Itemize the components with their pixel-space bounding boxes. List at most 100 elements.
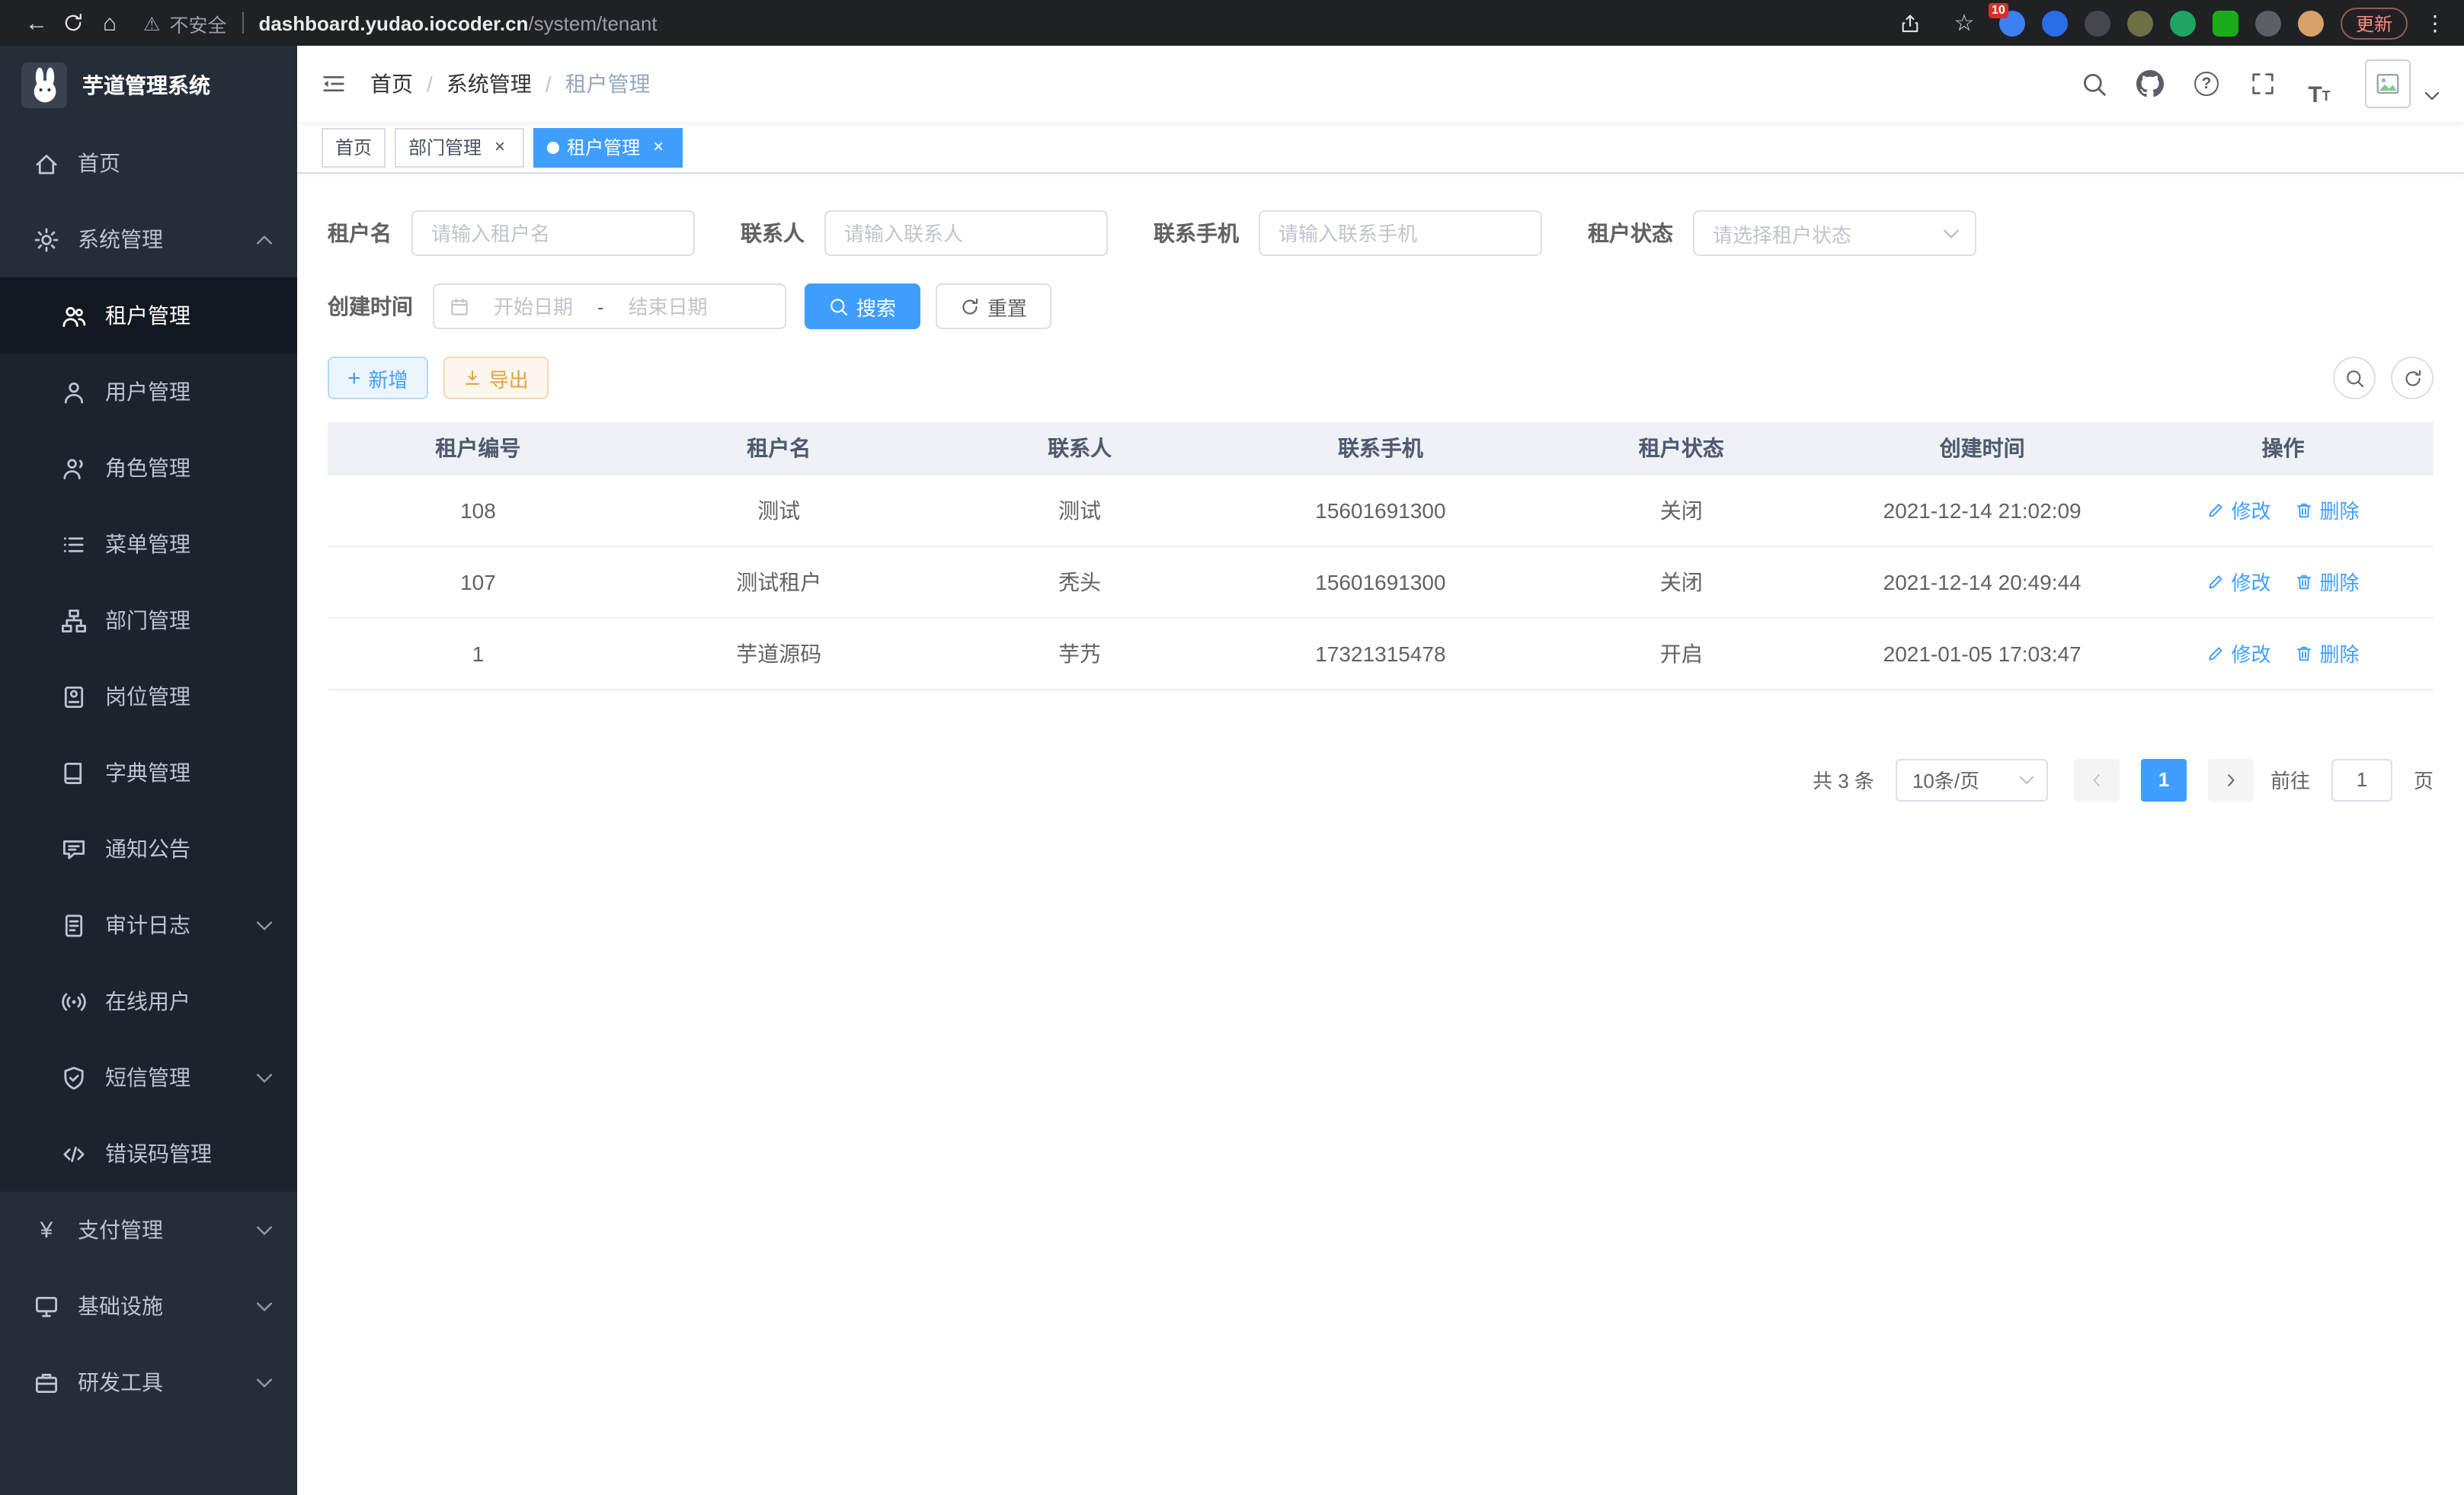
cell-actions: 修改删除 bbox=[2133, 617, 2434, 689]
sidebar-item-dev-tools[interactable]: 研发工具 bbox=[0, 1344, 297, 1420]
sidebar-item-role[interactable]: 角色管理 bbox=[0, 430, 297, 506]
sidebar-item-notice[interactable]: 通知公告 bbox=[0, 811, 297, 887]
tab-tenant[interactable]: 租户管理 × bbox=[533, 127, 683, 167]
help-icon[interactable]: ? bbox=[2184, 61, 2229, 107]
sidebar-item-label: 短信管理 bbox=[105, 1062, 190, 1093]
extension-icon[interactable] bbox=[2085, 10, 2110, 36]
tenant-name-input[interactable] bbox=[411, 210, 695, 256]
pagination: 共 3 条 10条/页 1 前往 页 bbox=[328, 758, 2434, 801]
filter-label: 联系人 bbox=[741, 218, 805, 248]
delete-link[interactable]: 删除 bbox=[2296, 567, 2360, 596]
edit-link[interactable]: 修改 bbox=[2207, 639, 2271, 667]
security-chip[interactable]: ⚠ 不安全 bbox=[143, 8, 226, 37]
page-number-button[interactable]: 1 bbox=[2141, 758, 2187, 801]
create-time-range[interactable]: - bbox=[433, 283, 786, 329]
sidebar-item-error-code[interactable]: 错误码管理 bbox=[0, 1116, 297, 1192]
share-icon[interactable] bbox=[1893, 5, 1929, 41]
search-button[interactable]: 搜索 bbox=[805, 283, 920, 329]
url-path: /system/tenant bbox=[528, 11, 657, 34]
extension-icon[interactable] bbox=[2042, 10, 2068, 36]
sidebar-item-home[interactable]: 首页 bbox=[0, 125, 297, 201]
export-button-label: 导出 bbox=[489, 363, 529, 392]
user-icon bbox=[61, 379, 87, 405]
font-size-icon[interactable]: TT bbox=[2296, 61, 2342, 107]
avatar[interactable] bbox=[2365, 59, 2411, 108]
next-page-button[interactable] bbox=[2208, 758, 2254, 801]
toggle-search-icon[interactable] bbox=[2333, 357, 2376, 399]
sidebar-item-dept[interactable]: 部门管理 bbox=[0, 582, 297, 658]
chevron-down-icon[interactable] bbox=[2424, 91, 2440, 101]
extension-icon[interactable] bbox=[2170, 10, 2196, 36]
search-icon[interactable] bbox=[2071, 61, 2117, 107]
browser-update-button[interactable]: 更新 bbox=[2341, 7, 2408, 39]
reset-button[interactable]: 重置 bbox=[936, 283, 1051, 329]
sidebar-item-post[interactable]: 岗位管理 bbox=[0, 658, 297, 735]
payment-yen-icon: ¥ bbox=[34, 1218, 59, 1241]
sidebar-item-online-user[interactable]: 在线用户 bbox=[0, 963, 297, 1039]
sidebar-item-label: 字典管理 bbox=[105, 757, 190, 788]
refresh-icon[interactable] bbox=[2391, 357, 2434, 399]
sidebar-item-payment[interactable]: ¥ 支付管理 bbox=[0, 1192, 297, 1268]
home-icon bbox=[34, 150, 59, 176]
browser-home-icon[interactable]: ⌂ bbox=[91, 5, 128, 41]
sidebar-item-dict[interactable]: 字典管理 bbox=[0, 735, 297, 811]
chevron-down-icon bbox=[1943, 228, 1960, 238]
sidebar-menu: 首页 系统管理 租户管理 用户管理 角色管理 bbox=[0, 125, 297, 1495]
fullscreen-icon[interactable] bbox=[2240, 61, 2286, 107]
prev-page-button[interactable] bbox=[2074, 758, 2120, 801]
filter-label: 租户名 bbox=[328, 218, 392, 248]
tenant-status-select[interactable]: 请选择租户状态 bbox=[1693, 210, 1976, 256]
delete-link[interactable]: 删除 bbox=[2296, 639, 2360, 667]
sidebar-item-label: 租户管理 bbox=[105, 300, 190, 331]
divider bbox=[242, 12, 243, 34]
tab-home[interactable]: 首页 bbox=[322, 127, 386, 167]
close-icon[interactable]: × bbox=[489, 136, 510, 158]
delete-link[interactable]: 删除 bbox=[2296, 495, 2360, 524]
end-date-input[interactable] bbox=[610, 295, 726, 318]
sidebar-item-label: 在线用户 bbox=[105, 986, 190, 1016]
back-icon[interactable]: ← bbox=[18, 5, 55, 41]
sidebar-toggle-icon[interactable] bbox=[322, 72, 346, 96]
sidebar-item-sms[interactable]: 短信管理 bbox=[0, 1039, 297, 1116]
breadcrumb-section[interactable]: 系统管理 bbox=[446, 69, 532, 99]
start-date-input[interactable] bbox=[475, 295, 591, 318]
close-icon[interactable]: × bbox=[648, 136, 669, 158]
sidebar-item-system[interactable]: 系统管理 bbox=[0, 201, 297, 277]
extension-icon[interactable] bbox=[2213, 10, 2238, 36]
sidebar-item-menu[interactable]: 菜单管理 bbox=[0, 506, 297, 582]
filter-row-1: 租户名 联系人 联系手机 租户状态 请选择租户状态 bbox=[328, 210, 2434, 256]
github-icon[interactable] bbox=[2127, 61, 2173, 107]
breadcrumb-home[interactable]: 首页 bbox=[370, 69, 413, 99]
browser-menu-icon[interactable]: ⋮ bbox=[2424, 10, 2446, 36]
browser-window: ← ⌂ ⚠ 不安全 dashboard.yudao.iocoder.cn/sys… bbox=[0, 0, 2464, 1495]
sidebar-item-label: 用户管理 bbox=[105, 376, 190, 407]
phone-input[interactable] bbox=[1259, 210, 1542, 256]
extension-icon[interactable] bbox=[2127, 10, 2153, 36]
sidebar-item-audit-log[interactable]: 审计日志 bbox=[0, 887, 297, 963]
sidebar-item-tenant[interactable]: 租户管理 bbox=[0, 277, 297, 354]
security-label: 不安全 bbox=[169, 8, 226, 37]
header-actions: ? TT bbox=[2071, 59, 2440, 108]
extension-icon[interactable]: 10 bbox=[1999, 10, 2025, 36]
post-badge-icon bbox=[61, 683, 87, 709]
notice-chat-icon bbox=[61, 836, 87, 862]
contact-input[interactable] bbox=[824, 210, 1108, 256]
edit-link[interactable]: 修改 bbox=[2207, 567, 2271, 596]
edit-link[interactable]: 修改 bbox=[2207, 495, 2271, 524]
address-bar[interactable]: dashboard.yudao.iocoder.cn/system/tenant bbox=[258, 11, 657, 34]
cell-status: 关闭 bbox=[1531, 546, 1832, 617]
filter-status: 租户状态 请选择租户状态 bbox=[1588, 210, 1976, 256]
tab-dept[interactable]: 部门管理 × bbox=[395, 127, 524, 167]
reload-icon[interactable] bbox=[55, 5, 91, 41]
export-button[interactable]: 导出 bbox=[443, 357, 549, 399]
page-size-select[interactable]: 10条/页 bbox=[1896, 758, 2048, 801]
extension-icon[interactable] bbox=[2255, 10, 2281, 36]
extension-icon[interactable] bbox=[2298, 10, 2324, 36]
sidebar-item-infra[interactable]: 基础设施 bbox=[0, 1268, 297, 1344]
sidebar-item-user[interactable]: 用户管理 bbox=[0, 354, 297, 430]
col-status: 租户状态 bbox=[1531, 422, 1832, 474]
goto-page-input[interactable] bbox=[2331, 758, 2392, 801]
bookmark-star-icon[interactable]: ☆ bbox=[1946, 5, 1982, 41]
add-button[interactable]: + 新增 bbox=[328, 357, 428, 399]
cell-tenant-name: 测试租户 bbox=[629, 546, 930, 617]
